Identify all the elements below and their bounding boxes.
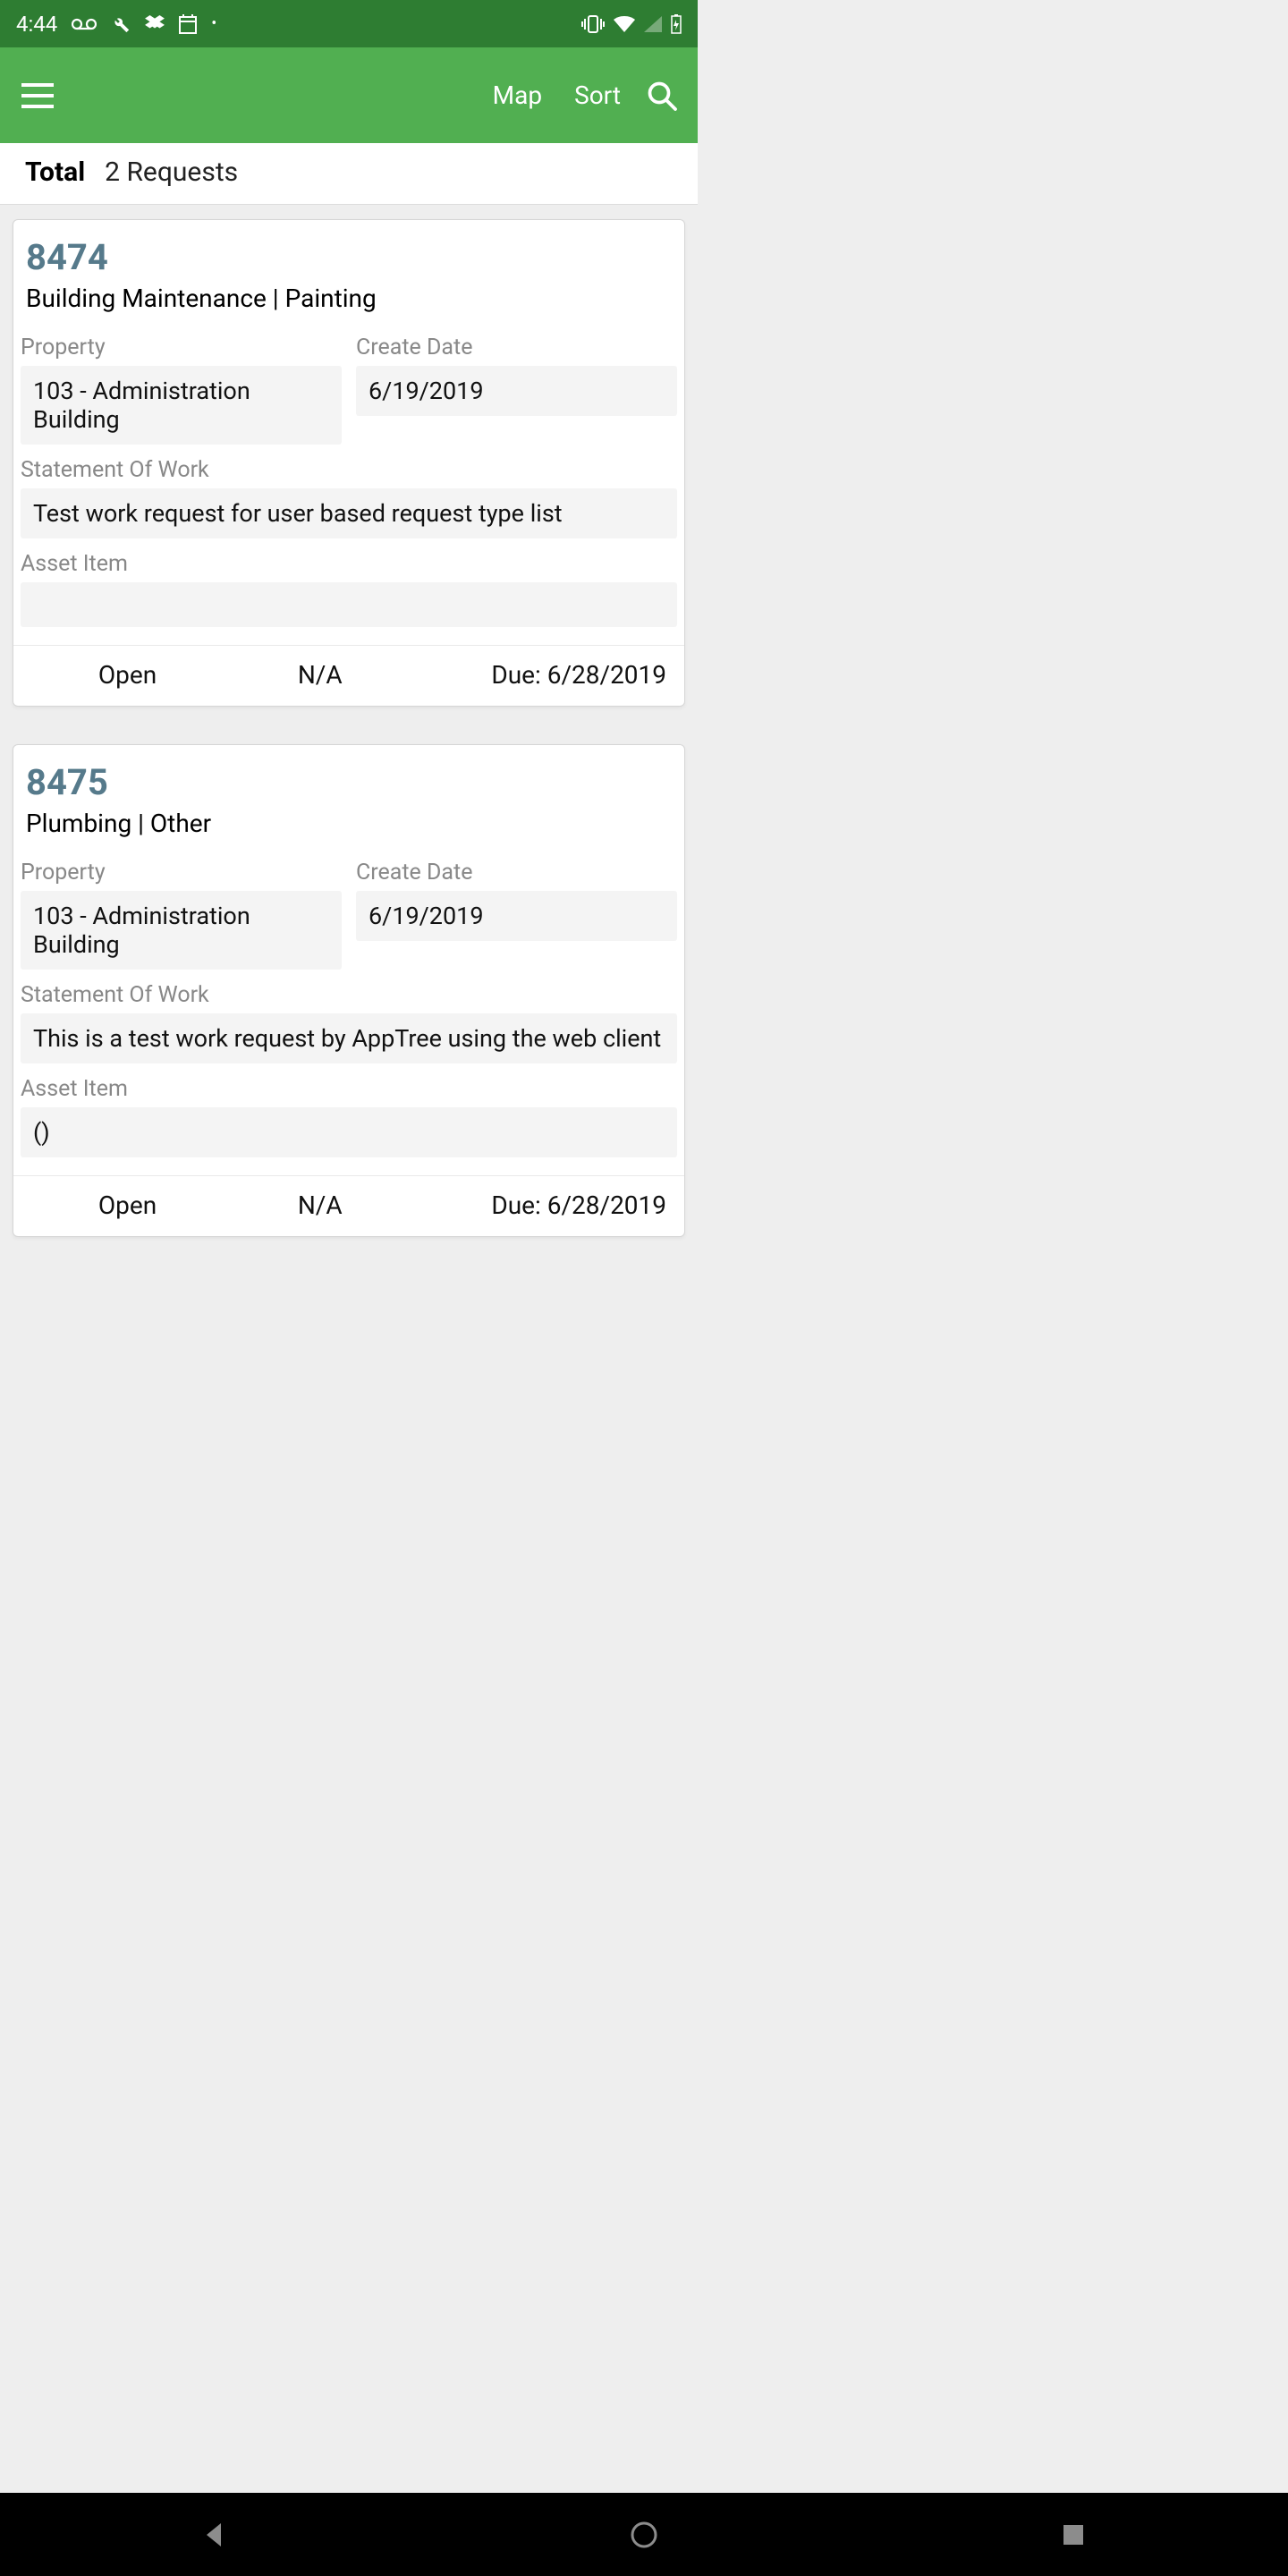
search-icon bbox=[646, 80, 678, 112]
search-button[interactable] bbox=[640, 74, 683, 117]
menu-button[interactable] bbox=[14, 72, 61, 119]
due-value: Due: 6/28/2019 bbox=[416, 660, 684, 690]
summary-label: Total bbox=[25, 157, 85, 188]
status-bar: 4:44 • bbox=[0, 0, 698, 47]
sow-label: Statement Of Work bbox=[21, 453, 677, 488]
vibrate-icon bbox=[581, 15, 605, 33]
asset-item-value bbox=[21, 582, 677, 627]
sow-value: This is a test work request by AppTree u… bbox=[21, 1013, 677, 1063]
voicemail-icon bbox=[72, 18, 97, 30]
summary-bar: Total 2 Requests bbox=[0, 143, 698, 205]
sow-value: Test work request for user based request… bbox=[21, 488, 677, 538]
sort-button[interactable]: Sort bbox=[558, 72, 637, 119]
request-list[interactable]: 8474 Building Maintenance | Painting Pro… bbox=[0, 205, 698, 1308]
home-icon bbox=[629, 2520, 659, 2550]
sow-label: Statement Of Work bbox=[21, 979, 677, 1013]
create-date-label: Create Date bbox=[356, 331, 677, 366]
app-bar: Map Sort bbox=[0, 47, 698, 143]
wrench-icon bbox=[111, 14, 131, 34]
wifi-icon bbox=[614, 16, 635, 32]
asset-item-value: () bbox=[21, 1107, 677, 1157]
recent-icon bbox=[1062, 2523, 1085, 2546]
request-id: 8474 bbox=[21, 233, 677, 278]
recent-button[interactable] bbox=[1046, 2508, 1100, 2562]
priority-value: N/A bbox=[224, 660, 416, 690]
system-nav-bar bbox=[0, 2493, 1288, 2576]
dot-icon: • bbox=[211, 14, 216, 33]
request-category: Plumbing | Other bbox=[21, 803, 677, 854]
home-button[interactable] bbox=[617, 2508, 671, 2562]
property-value: 103 - Administration Building bbox=[21, 891, 342, 970]
status-value: Open bbox=[13, 1191, 224, 1220]
property-label: Property bbox=[21, 856, 342, 891]
asset-item-label: Asset Item bbox=[21, 1072, 677, 1107]
request-card[interactable]: 8475 Plumbing | Other Property 103 - Adm… bbox=[13, 744, 685, 1237]
create-date-label: Create Date bbox=[356, 856, 677, 891]
hamburger-icon bbox=[21, 83, 54, 108]
asset-item-label: Asset Item bbox=[21, 547, 677, 582]
property-label: Property bbox=[21, 331, 342, 366]
map-button[interactable]: Map bbox=[477, 72, 558, 119]
priority-value: N/A bbox=[224, 1191, 416, 1220]
create-date-value: 6/19/2019 bbox=[356, 366, 677, 416]
create-date-value: 6/19/2019 bbox=[356, 891, 677, 941]
card-footer: Open N/A Due: 6/28/2019 bbox=[13, 645, 684, 706]
summary-value: 2 Requests bbox=[105, 157, 238, 188]
property-value: 103 - Administration Building bbox=[21, 366, 342, 445]
signal-icon bbox=[644, 16, 662, 32]
request-card[interactable]: 8474 Building Maintenance | Painting Pro… bbox=[13, 219, 685, 707]
dropbox-icon bbox=[145, 15, 165, 33]
request-id: 8475 bbox=[21, 758, 677, 803]
status-value: Open bbox=[13, 660, 224, 690]
battery-icon bbox=[671, 14, 682, 34]
request-category: Building Maintenance | Painting bbox=[21, 278, 677, 329]
back-button[interactable] bbox=[188, 2508, 242, 2562]
back-icon bbox=[201, 2521, 228, 2548]
status-time: 4:44 bbox=[16, 12, 57, 37]
card-footer: Open N/A Due: 6/28/2019 bbox=[13, 1175, 684, 1236]
due-value: Due: 6/28/2019 bbox=[416, 1191, 684, 1220]
calendar-icon bbox=[179, 14, 197, 34]
